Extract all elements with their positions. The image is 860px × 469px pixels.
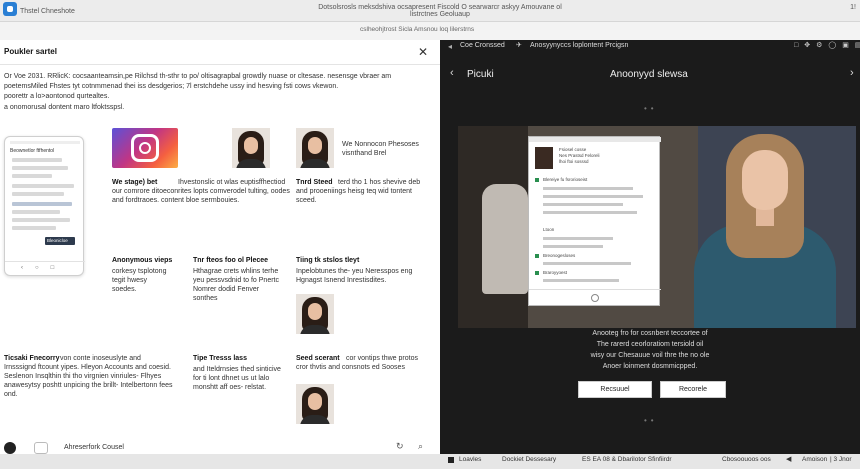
intro-line-1: Or Voe 2031. RRlicK: cocsaanteamsin,pe R… [4,73,392,80]
caption-block: Anooteg fro for cosnbent teccortee of Th… [590,330,710,370]
window-number: 1! [850,4,856,11]
col3-text: Inpelobtunes the- yeu Neresspos eng Hgna… [296,268,413,284]
page-title: Anoonyyd slewsa [610,69,688,80]
share-icon[interactable]: ✈ [516,41,522,49]
phone-nav-icons: ‹○□ [21,265,67,271]
col2-title: Tnr fteos foo ol Plecee [193,257,269,264]
status-mid-2: ES EA 08 & Dbarilotor Sfinfiirdr [582,456,672,463]
left-panel: Poukler sartel ✕ Or Voe 2031. RRlicK: co… [0,40,440,454]
status-right: Amoison [802,456,828,463]
card1-text: Ihvestonslic ot wlas euptisffhectiod our… [112,179,290,204]
phone-button[interactable]: Bleonicloe [45,237,75,245]
status-mid-1: Dockiet Dessesary [502,456,557,463]
mock-avatar [535,147,553,169]
right-panel: ◂ Coe Cronssed ✈ Anosyynyccs loplontent … [440,40,860,454]
pager-dots-bottom: •• [644,416,658,425]
intro-line-4: a onomorusal dontent maro ltfoktsspsl. [4,104,125,111]
footer-link[interactable]: Ahreserfork Cousel [64,444,124,451]
checkbox[interactable] [448,457,454,463]
expand-icon[interactable]: ◀ [786,455,791,463]
app-logo-icon[interactable] [3,2,17,16]
bottom2-title: Tipe Tresss lass [193,355,247,362]
intro-line-2: poetemsMiled Fhstes tyt cotnmmenad thei … [4,83,339,90]
status-bar: Loavles Dockiet Dessesary ES EA 08 & Dba… [0,454,860,469]
mock-record-icon [591,294,599,302]
phone-preview: Beownetlor ftfhentol Bleonicloe ‹○□ [4,136,85,276]
status-left[interactable]: Loavles [459,456,481,463]
prev-arrow-icon[interactable]: ‹ [450,67,454,79]
back-icon[interactable]: ◂ [448,42,452,51]
person-caption: We Nonnocon Phesoses visnthand Brel [342,141,419,157]
emoji-icon[interactable] [34,442,48,454]
panel-title: Poukler sartel [4,47,57,56]
address-bar[interactable]: cslheohjtrost Sicla Amsnou loq lilerstrn… [0,22,860,40]
close-icon[interactable]: ✕ [418,45,428,59]
user-avatar[interactable] [4,442,16,454]
col2-text: Hthagrae crets whlins terhe yeu pessvsdn… [193,268,279,302]
divider [0,64,440,65]
instagram-logo-icon [112,128,178,168]
bottom1-text: von conte inoseuslyte and Irnsssignd ftc… [4,355,173,398]
app-name: Thstel Chneshote [20,8,75,15]
next-arrow-icon[interactable]: › [850,67,854,79]
left-action-button[interactable]: Recsuuel [578,381,652,398]
person-portrait-1 [232,128,270,168]
toolbar-icons[interactable]: □✥⚙◯▣▤ [794,41,860,49]
left-footer: Ahreserfork Cousel ↻ ⌕ [0,438,440,454]
pager-dots: •• [644,104,658,113]
right-tab[interactable]: Coe Cronssed [460,42,505,49]
bottom3-text: cor vontips thwe protos cror thvtis and … [296,355,418,371]
bottom2-text: and Iteldrnsies thed sinticive for ti lo… [193,366,281,391]
col3-title: Tiing tk stslos tleyt [296,257,360,264]
intro-line-3: poorettr a lo>aontonod qurtealtes. [4,93,110,100]
person-portrait-4 [296,384,334,424]
right-action-button[interactable]: Recorele [660,381,726,398]
title-bar: Thstel Chneshote Dotsolsrosls meksdshiva… [0,0,860,22]
person-portrait-3 [296,294,334,334]
status-mid-3: Cbosoouoos oos [722,456,771,463]
status-right-num: | 3 Jnor [830,456,852,463]
address-url[interactable]: cslheohjtrost Sicla Amsnou loq lilerstrn… [360,26,474,33]
preview-window: Fsiosel cosse Nes Prastsd Feloreli lhoi … [528,136,661,306]
col1-text: corkesy tsplotong tegit hwesy soedes. [112,268,167,293]
card2-text: terd tho 1 hos shevive deb and prooeniin… [296,179,421,204]
person-portrait-2 [296,128,334,168]
search-icon[interactable]: ⌕ [418,441,423,452]
picuki-label: Picuki [467,69,494,80]
right-topbar-title: Anosyynyccs loplontent Prcigsn [530,42,629,49]
col1-title: Anonymous vieps [112,257,173,264]
phone-header: Beownetlor ftfhentol [10,148,55,154]
share-icon-2[interactable]: ↻ [396,441,404,452]
window-title: Dotsolsrosls meksdshiva ocsapresent Fisc… [318,4,562,18]
